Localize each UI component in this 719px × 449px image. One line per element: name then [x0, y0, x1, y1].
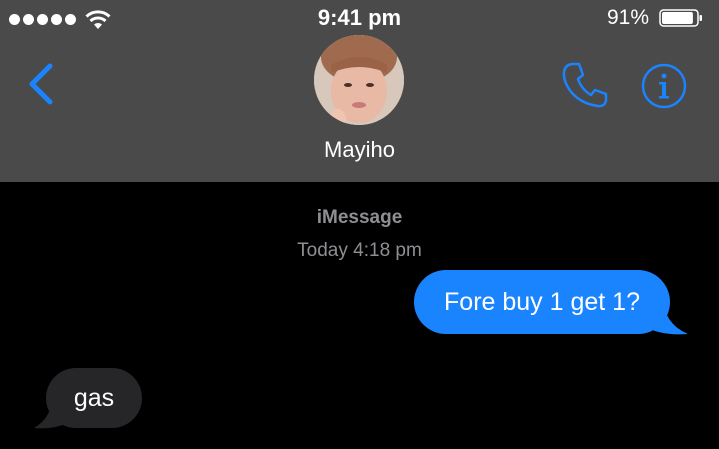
- service-label: iMessage: [316, 207, 403, 228]
- status-bar: 9:41 pm 91%: [0, 0, 719, 38]
- message-timestamp: Today 4:18 pm: [297, 240, 422, 261]
- battery-percent: 91%: [606, 6, 649, 29]
- messages-screen: 9:41 pm 91% Mayiho iMessage Today 4:18 p…: [0, 0, 719, 449]
- conversation-header: 9:41 pm 91% Mayiho: [0, 0, 719, 182]
- info-icon[interactable]: [640, 62, 688, 110]
- phone-icon[interactable]: [560, 60, 610, 110]
- outgoing-message[interactable]: Fore buy 1 get 1?: [414, 270, 670, 334]
- incoming-message[interactable]: gas: [46, 368, 142, 428]
- battery-icon: [659, 9, 702, 27]
- avatar[interactable]: [314, 35, 404, 125]
- contact-avatar: [314, 35, 404, 125]
- contact-name[interactable]: Mayiho: [0, 137, 719, 163]
- chevron-left-icon[interactable]: [24, 60, 60, 108]
